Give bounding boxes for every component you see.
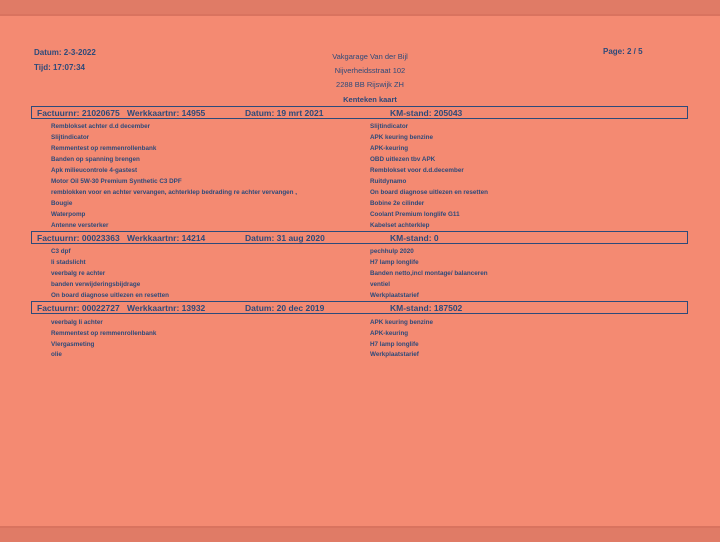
list-item: On board diagnose uitlezen en resetten: [51, 292, 169, 299]
list-item: Apk milieucontrole 4-gastest: [51, 167, 138, 174]
list-item: Werkplaatstarief: [370, 292, 419, 299]
workcard-number: Werkkaartnr: 14955: [127, 108, 206, 118]
list-item: Remblokset achter d.d december: [51, 123, 151, 130]
list-item: OBD uitlezen tbv APK: [370, 156, 436, 163]
invoice-number: Factuurnr: 00022727: [37, 303, 120, 313]
list-item: C3 dpf: [51, 248, 71, 255]
invoice-header: Factuurnr: 00023363 Werkkaartnr: 14214 D…: [31, 231, 688, 244]
list-item: Remblokset voor d.d.december: [370, 167, 464, 174]
list-item: Remmentest op remmenrollenbank: [51, 330, 157, 337]
print-date: Datum: 2-3-2022: [34, 48, 96, 57]
km-reading: KM-stand: 0: [390, 233, 439, 243]
list-item: Slijtindicator: [51, 134, 90, 141]
km-reading: KM-stand: 205043: [390, 108, 463, 118]
list-item: Bobine 2e cilinder: [370, 200, 425, 207]
list-item: APK-keuring: [370, 145, 409, 152]
list-item: Ruitdynamo: [370, 178, 407, 185]
invoice-date: Datum: 31 aug 2020: [245, 233, 325, 243]
list-item: Bougie: [51, 200, 73, 207]
list-item: ventiel: [370, 281, 390, 288]
km-reading: KM-stand: 187502: [390, 303, 463, 313]
invoice-number: Factuurnr: 00023363: [37, 233, 120, 243]
page-indicator: Page: 2 / 5: [603, 47, 643, 56]
list-item: Motor Oil 5W-30 Premium Synthetic C3 DPF: [51, 178, 182, 185]
list-item: Vlergasmeting: [51, 341, 95, 348]
list-item: veerbalg re achter: [51, 270, 106, 277]
workcard-number: Werkkaartnr: 13932: [127, 303, 206, 313]
list-item: Werkplaatstarief: [370, 351, 419, 358]
list-item: Slijtindicator: [370, 123, 409, 130]
list-item: Banden op spanning brengen: [51, 156, 140, 163]
list-item: APK-keuring: [370, 330, 409, 337]
workcard-number: Werkkaartnr: 14214: [127, 233, 206, 243]
invoice-header: Factuurnr: 00022727 Werkkaartnr: 13932 D…: [31, 301, 688, 314]
list-item: APK keuring benzine: [370, 319, 433, 326]
list-item: banden verwijderingsbijdrage: [51, 281, 141, 288]
list-item: Coolant Premium longlife G11: [370, 211, 460, 218]
top-bar: [0, 0, 720, 16]
invoice-number: Factuurnr: 21020675: [37, 108, 120, 118]
list-item: li stadslicht: [51, 259, 86, 266]
invoice-date: Datum: 19 mrt 2021: [245, 108, 324, 118]
company-name: Vakgarage Van der Bijl: [332, 52, 408, 61]
list-item: H7 lamp longlife: [370, 259, 419, 266]
list-item: Waterpomp: [51, 211, 86, 218]
invoice-header: Factuurnr: 21020675 Werkkaartnr: 14955 D…: [31, 106, 688, 119]
document-subtitle: Kenteken kaart: [343, 95, 397, 104]
invoice-date: Datum: 20 dec 2019: [245, 303, 325, 313]
company-city: 2288 BB Rijswijk ZH: [336, 80, 404, 89]
list-item: Remmentest op remmenrollenbank: [51, 145, 157, 152]
list-item: Antenne versterker: [51, 222, 109, 229]
list-item: APK keuring benzine: [370, 134, 433, 141]
list-item: remblokken voor en achter vervangen, ach…: [51, 189, 298, 196]
company-street: Nijverheidsstraat 102: [334, 66, 406, 75]
list-item: On board diagnose uitlezen en resetten: [370, 189, 488, 196]
list-item: olie: [51, 351, 62, 358]
list-item: veerbalg li achter: [51, 319, 103, 326]
list-item: pechhulp 2020: [370, 248, 414, 255]
print-time: Tijd: 17:07:34: [34, 63, 85, 72]
list-item: Banden netto,incl montage/ balanceren: [370, 270, 488, 277]
list-item: H7 lamp longlife: [370, 341, 419, 348]
list-item: Kabelset achterklep: [370, 222, 430, 229]
